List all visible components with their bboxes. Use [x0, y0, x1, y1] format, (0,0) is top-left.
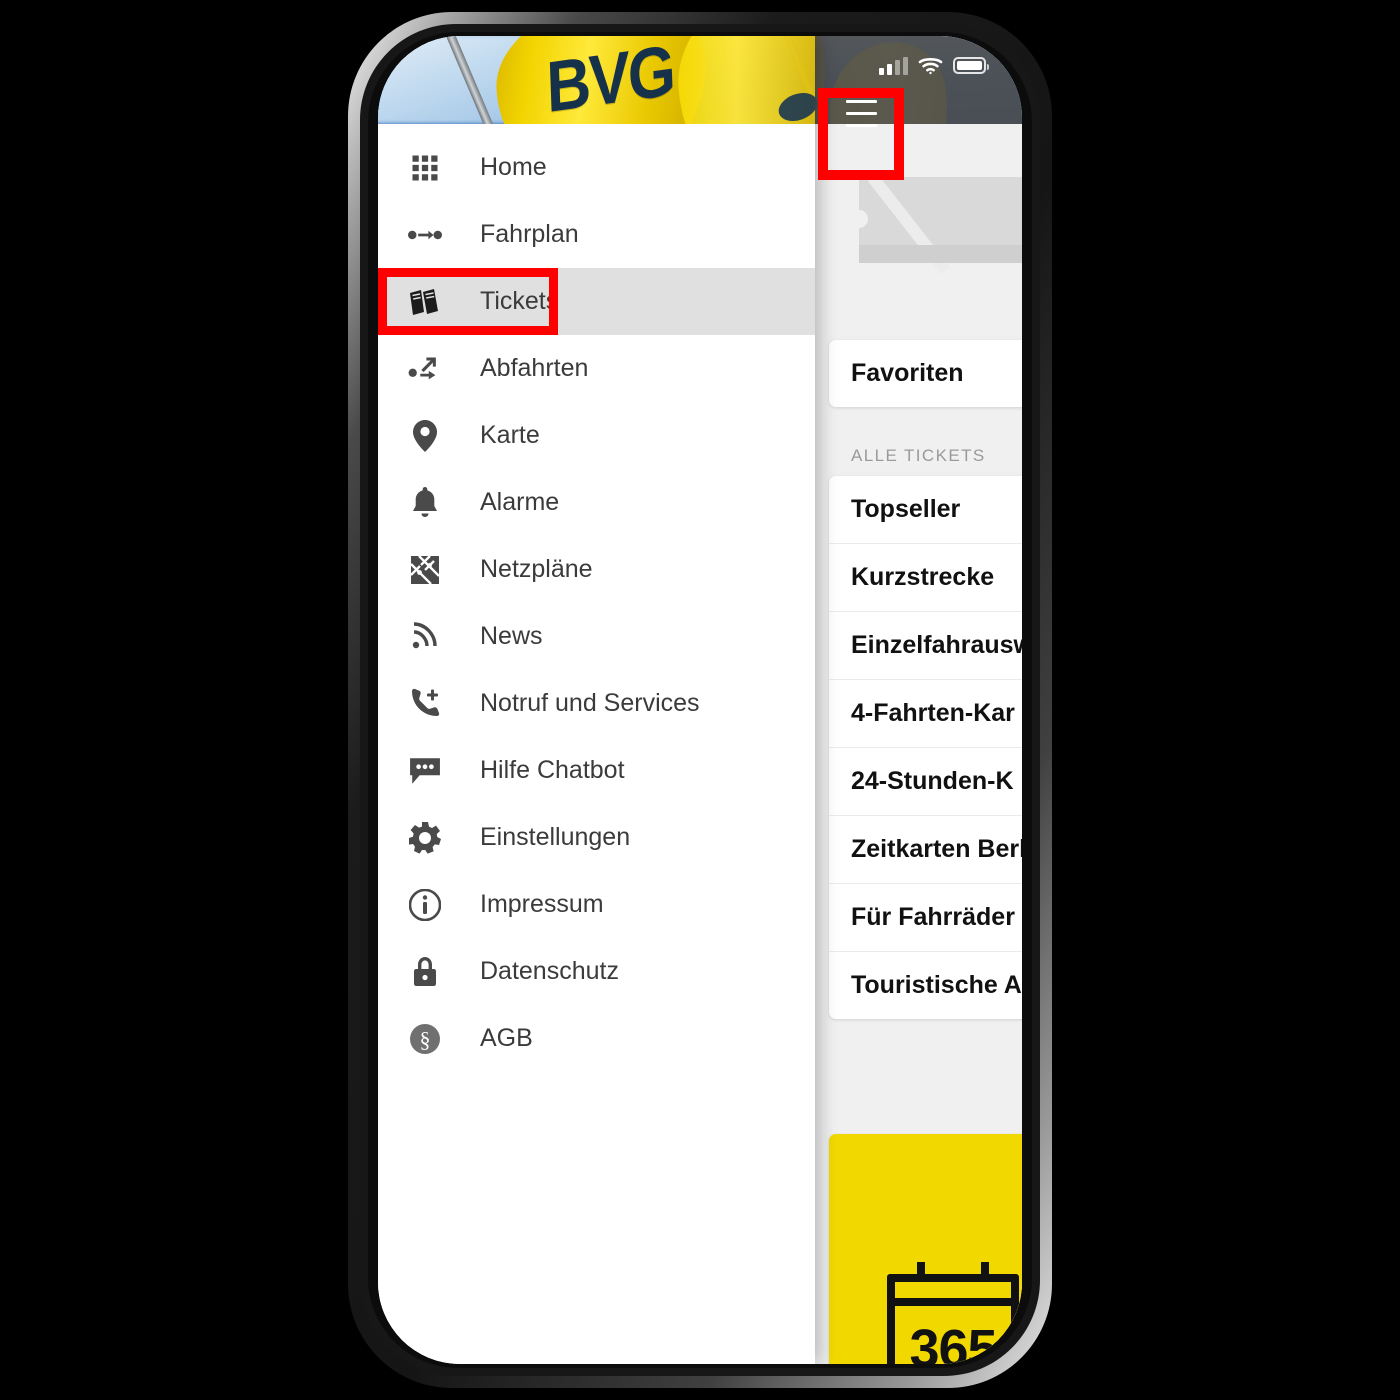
drawer-menu-list: Home Fahrplan Tickets Abfahrten Karte Al…: [378, 124, 815, 1072]
drawer-item-impressum[interactable]: Impressum: [378, 871, 815, 938]
ticket-category-row[interactable]: Einzelfahrausw: [829, 611, 1022, 679]
promo-365-number: 365: [909, 1319, 997, 1364]
ticket-categories-list: Topseller Kurzstrecke Einzelfahrausw 4-F…: [829, 476, 1022, 1019]
drawer-item-label: Home: [480, 153, 547, 181]
drawer-item-label: Abfahrten: [480, 354, 589, 382]
drawer-bvg-logo-text: BVG: [545, 36, 676, 124]
favorites-card[interactable]: Favoriten: [829, 340, 1022, 407]
drawer-item-label: Fahrplan: [480, 220, 579, 248]
drawer-item-label: News: [480, 622, 543, 650]
map-pin-icon: [402, 419, 448, 452]
drawer-item-news[interactable]: News: [378, 603, 815, 670]
ticket-category-row[interactable]: Touristische A: [829, 951, 1022, 1019]
drawer-item-label: Alarme: [480, 488, 560, 516]
gear-icon: [402, 821, 448, 854]
drawer-item-netzplaene[interactable]: Netzpläne: [378, 536, 815, 603]
network-map-icon: [402, 554, 448, 585]
drawer-item-karte[interactable]: Karte: [378, 402, 815, 469]
paragraph-section-icon: §: [402, 1023, 448, 1055]
drawer-item-label: Netzpläne: [480, 555, 593, 583]
all-tickets-section-label: ALLE TICKETS: [851, 446, 986, 465]
lock-icon: [402, 956, 448, 988]
drawer-item-agb[interactable]: § AGB: [378, 1005, 815, 1072]
drawer-item-label: Einstellungen: [480, 823, 631, 851]
drawer-item-label: Tickets: [480, 287, 559, 315]
bell-icon: [402, 486, 448, 519]
drawer-item-label: AGB: [480, 1024, 533, 1052]
departures-arrows-icon: [402, 355, 448, 383]
svg-text:§: §: [420, 1027, 431, 1052]
ticket-category-row[interactable]: Zeitkarten Berl: [829, 815, 1022, 883]
drawer-item-abfahrten[interactable]: Abfahrten: [378, 335, 815, 402]
ticket-placeholder-icon: [850, 173, 1022, 275]
drawer-hero-image: BVG: [378, 36, 815, 124]
drawer-item-alarme[interactable]: Alarme: [378, 469, 815, 536]
drawer-item-datenschutz[interactable]: Datenschutz: [378, 938, 815, 1005]
ticket-category-row[interactable]: 24-Stunden-K: [829, 747, 1022, 815]
drawer-item-tickets[interactable]: Tickets: [378, 268, 815, 335]
drawer-item-label: Hilfe Chatbot: [480, 756, 625, 784]
drawer-item-hilfe-chatbot[interactable]: Hilfe Chatbot: [378, 737, 815, 804]
drawer-item-label: Notruf und Services: [480, 689, 700, 717]
rss-icon: [402, 621, 448, 652]
favorites-label: Favoriten: [851, 359, 964, 387]
drawer-item-home[interactable]: Home: [378, 134, 815, 201]
grid-apps-icon: [402, 153, 448, 183]
ticket-category-row[interactable]: Für Fahrräder: [829, 883, 1022, 951]
promo-365-card[interactable]: 365: [829, 1134, 1022, 1364]
info-circle-icon: [402, 888, 448, 921]
tickets-content-column: Favoriten ALLE TICKETS Topseller Kurzstr…: [815, 124, 1022, 1364]
drawer-item-label: Karte: [480, 421, 540, 449]
drawer-item-notruf-und-services[interactable]: Notruf und Services: [378, 670, 815, 737]
drawer-item-label: Datenschutz: [480, 957, 619, 985]
ticket-category-row[interactable]: Kurzstrecke: [829, 543, 1022, 611]
drawer-item-fahrplan[interactable]: Fahrplan: [378, 201, 815, 268]
drawer-item-einstellungen[interactable]: Einstellungen: [378, 804, 815, 871]
calendar-icon: 365: [887, 1262, 1019, 1364]
ticket-category-row[interactable]: 4-Fahrten-Kar: [829, 679, 1022, 747]
chat-bubble-icon: [402, 757, 448, 785]
drawer-item-label: Impressum: [480, 890, 604, 918]
screenshot-stage: BVG Favoriten ALLE TICKE: [0, 0, 1400, 1400]
phone-screen: BVG Favoriten ALLE TICKE: [378, 36, 1022, 1364]
journey-dots-icon: [402, 226, 448, 244]
ticket-category-row[interactable]: Topseller: [829, 476, 1022, 543]
navigation-drawer: BVG Home Fahrplan Tickets Abfahrten Kart…: [378, 36, 815, 1364]
tickets-icon: [402, 287, 448, 317]
highlight-box-hamburger: [818, 88, 904, 180]
phone-plus-icon: [402, 688, 448, 720]
